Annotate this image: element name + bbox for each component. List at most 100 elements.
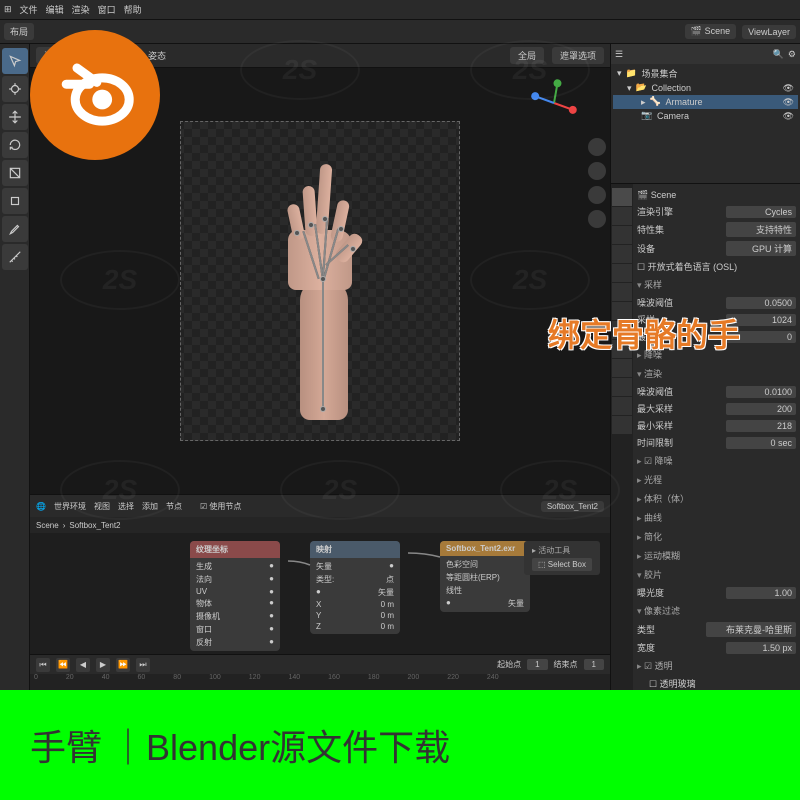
filter-toggle-icon[interactable]: ⚙ [788,49,796,60]
timeline-track[interactable]: 020406080100120140160180200220240 [30,674,610,690]
frame-end-input[interactable]: 1 [584,659,604,670]
viewlayer-selector[interactable]: ViewLayer [742,25,796,39]
outliner-camera[interactable]: 📷Camera 👁 [613,109,798,123]
frame-start-input[interactable]: 1 [527,659,547,670]
tab-scene[interactable] [612,245,632,263]
tool-measure[interactable] [2,244,28,270]
tool-select[interactable] [2,48,28,74]
active-tool-panel: ▸ 活动工具 ⬚ Select Box [524,541,600,575]
outliner-collection[interactable]: ▾📂Collection 👁 [613,81,798,95]
noise-threshold-input[interactable]: 0.0500 [726,297,796,309]
nav-gizmo[interactable] [530,78,580,128]
tl-play-icon[interactable]: ▶ [96,658,110,672]
toolbar [0,44,30,690]
workspace-tab[interactable]: 布局 [4,23,34,40]
max-samples-input[interactable]: 200 [726,403,796,415]
tl-next-key-icon[interactable]: ⏩ [116,658,130,672]
use-nodes-checkbox[interactable]: 使用节点 [209,502,241,511]
section-pixel-filter[interactable]: 像素过滤 [637,601,796,620]
outliner-armature[interactable]: ▸🦴Armature 👁 [613,95,798,109]
tool-rotate[interactable] [2,132,28,158]
section-curves[interactable]: 曲线 [637,508,796,527]
tool-transform[interactable] [2,188,28,214]
tl-prev-key-icon[interactable]: ⏪ [56,658,70,672]
overlay-selector[interactable]: 遮罩选项 [552,47,604,64]
menu-render[interactable]: 渲染 [72,3,90,16]
device-select[interactable]: GPU 计算 [726,241,796,256]
ne-menu-node[interactable]: 节点 [166,501,182,512]
tool-cursor[interactable] [2,76,28,102]
promo-banner: 手臂 ｜Blender源文件下载 [0,690,800,800]
outliner-scene-collection[interactable]: ▾📁场景集合 [613,66,798,81]
menu-file[interactable]: 文件 [20,3,38,16]
section-volumes[interactable]: 体积（体） [637,489,796,508]
tab-data[interactable] [612,378,632,396]
section-film[interactable]: 胶片 [637,565,796,584]
min-samples2-input[interactable]: 218 [726,420,796,432]
node-texcoord[interactable]: 纹理坐标 生成● 法向● UV● 物体● 摄像机● 窗口● 反射● [190,541,280,651]
tl-start-icon[interactable]: ⏮ [36,658,50,672]
node-env-texture[interactable]: Softbox_Tent2.exr 色彩空间 等距圆柱(ERP) 线性 ● 矢量 [440,541,530,612]
filter-type-select[interactable]: 布莱克曼-哈里斯 [706,622,796,637]
node-mapping[interactable]: 映射 矢量● 类型:点 ● 矢量 X0 m Y0 m Z0 m [310,541,400,634]
section-lightpaths[interactable]: 光程 [637,470,796,489]
tool-scale[interactable] [2,160,28,186]
properties-tabs [611,184,633,690]
vp-menu-pose[interactable]: 姿态 [148,49,166,62]
section-denoise2[interactable]: ☑ 降噪 [637,451,796,470]
filter-width-input[interactable]: 1.50 px [726,642,796,654]
hand-mesh[interactable] [270,160,370,420]
r-noise-input[interactable]: 0.0100 [726,386,796,398]
time-limit-input[interactable]: 0 sec [726,437,796,449]
perspective-icon[interactable] [588,210,606,228]
pan-icon[interactable] [588,162,606,180]
ne-material[interactable]: Softbox_Tent2 [541,501,604,512]
section-simplify[interactable]: 简化 [637,527,796,546]
feature-select[interactable]: 支持特性 [726,222,796,237]
filter-icon[interactable]: 🔍 [773,49,784,60]
scene-selector[interactable]: 🎬 Scene [685,24,736,39]
section-transparent[interactable]: ☑ 透明 [637,656,796,675]
tab-constraint[interactable] [612,359,632,377]
menu-help[interactable]: 帮助 [124,3,142,16]
tool-move[interactable] [2,104,28,130]
visibility-icon[interactable]: 👁 [783,83,794,94]
tl-end-icon[interactable]: ⏭ [136,658,150,672]
ne-menu-add[interactable]: 添加 [142,501,158,512]
section-render[interactable]: 渲染 [637,364,796,383]
tab-viewlayer[interactable] [612,226,632,244]
outliner-icon: ☰ [615,49,623,60]
tl-play-rev-icon[interactable]: ◀ [76,658,90,672]
scene-name: 🎬 Scene [637,190,676,201]
tool-annotate[interactable] [2,216,28,242]
tab-world[interactable] [612,264,632,282]
breadcrumb-scene[interactable]: Scene [36,521,59,530]
menu-window[interactable]: 窗口 [98,3,116,16]
select-box-tool[interactable]: ⬚ Select Box [532,558,592,571]
orientation-selector[interactable]: 全局 [510,47,544,64]
camera-icon[interactable] [588,186,606,204]
ne-menu-select[interactable]: 选择 [118,501,134,512]
tab-material[interactable] [612,416,632,434]
zoom-icon[interactable] [588,138,606,156]
collection-icon: 📁 [626,68,638,80]
section-motion-blur[interactable]: 运动模糊 [637,546,796,565]
section-sampling[interactable]: 采样 [637,275,796,294]
tab-output[interactable] [612,207,632,225]
breadcrumb-item[interactable]: Softbox_Tent2 [69,521,120,530]
osl-checkbox[interactable]: ☐ 开放式着色语言 (OSL) [637,260,737,273]
transparent-glass-checkbox[interactable]: ☐ 透明玻璃 [649,677,696,690]
tab-render[interactable] [612,188,632,206]
menu-edit[interactable]: 编辑 [46,3,64,16]
tab-bone[interactable] [612,397,632,415]
tab-object[interactable] [612,283,632,301]
ne-context[interactable]: 世界环境 [54,501,86,512]
visibility-icon[interactable]: 👁 [783,111,794,122]
exposure-input[interactable]: 1.00 [726,587,796,599]
right-panel: ☰ 🔍 ⚙ ▾📁场景集合 ▾📂Collection 👁 ▸🦴Armature 👁 [610,44,800,690]
camera-frame [180,121,460,441]
node-graph[interactable]: 纹理坐标 生成● 法向● UV● 物体● 摄像机● 窗口● 反射● 映射 矢量● [30,533,610,654]
ne-menu-view[interactable]: 视图 [94,501,110,512]
engine-select[interactable]: Cycles [726,206,796,218]
visibility-icon[interactable]: 👁 [783,97,794,108]
